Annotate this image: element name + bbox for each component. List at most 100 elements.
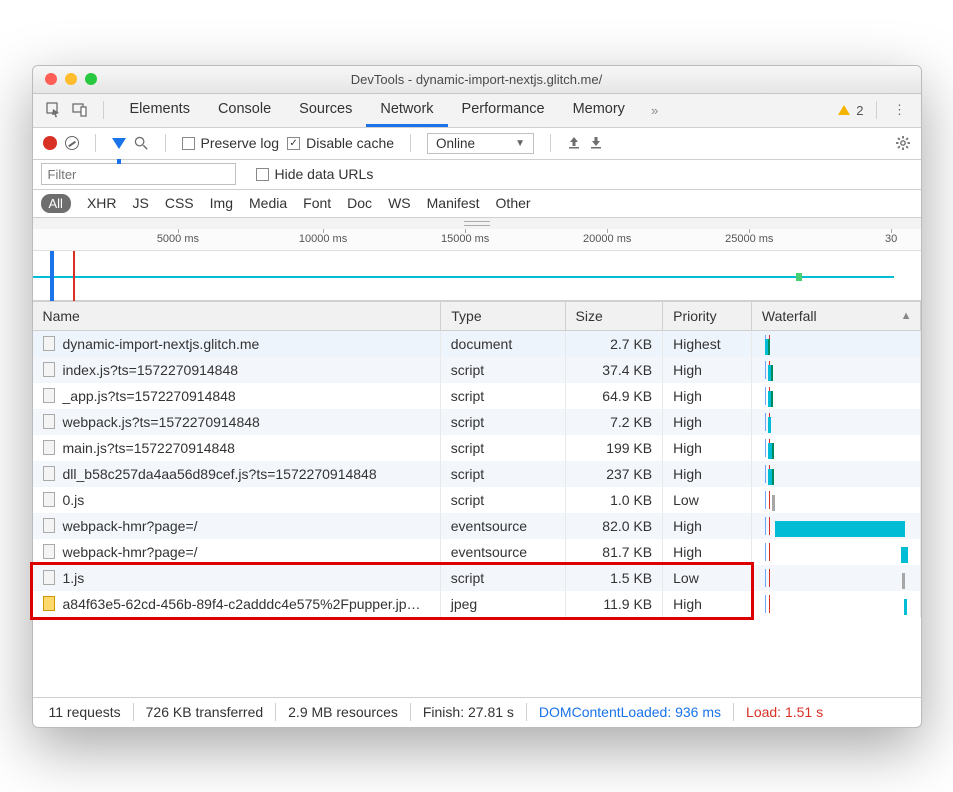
request-name: 0.js <box>63 492 85 508</box>
request-type: script <box>441 487 565 513</box>
type-filter-all[interactable]: All <box>41 194 71 213</box>
tab-elements[interactable]: Elements <box>116 94 204 127</box>
devtools-window: DevTools - dynamic-import-nextjs.glitch.… <box>32 65 922 728</box>
tab-performance[interactable]: Performance <box>448 94 559 127</box>
request-type: script <box>441 357 565 383</box>
overview-timeline[interactable]: 5000 ms 10000 ms 15000 ms 20000 ms 25000… <box>33 229 921 301</box>
request-priority: High <box>663 435 752 461</box>
col-header-type[interactable]: Type <box>441 301 565 330</box>
type-filter-manifest[interactable]: Manifest <box>427 195 480 211</box>
inspect-icon[interactable] <box>43 99 65 121</box>
tab-memory[interactable]: Memory <box>559 94 639 127</box>
waterfall-cell <box>751 383 920 409</box>
download-har-icon[interactable] <box>589 136 603 150</box>
col-header-waterfall[interactable]: Waterfall▲ <box>751 301 920 330</box>
col-header-name[interactable]: Name <box>33 301 441 330</box>
request-priority: High <box>663 357 752 383</box>
request-priority: Low <box>663 487 752 513</box>
filter-toggle-icon[interactable] <box>112 138 126 149</box>
document-file-icon <box>43 544 55 559</box>
minimize-window-icon[interactable] <box>65 73 77 85</box>
waterfall-cell <box>751 539 920 565</box>
type-filter-row: All XHR JS CSS Img Media Font Doc WS Man… <box>33 190 921 218</box>
empty-area <box>33 617 921 697</box>
tab-network[interactable]: Network <box>366 94 447 127</box>
request-name: dynamic-import-nextjs.glitch.me <box>63 336 260 352</box>
disable-cache-checkbox[interactable]: ✓Disable cache <box>287 135 394 151</box>
more-tabs-icon[interactable]: » <box>651 103 658 118</box>
request-size: 81.7 KB <box>565 539 663 565</box>
hide-data-urls-checkbox[interactable]: Hide data URLs <box>256 166 374 182</box>
request-size: 2.7 KB <box>565 330 663 357</box>
search-icon[interactable] <box>134 136 149 151</box>
col-header-size[interactable]: Size <box>565 301 663 330</box>
throttling-select[interactable]: Online▼ <box>427 133 534 154</box>
timeline-tick: 15000 ms <box>441 233 489 245</box>
close-window-icon[interactable] <box>45 73 57 85</box>
request-name: webpack-hmr?page=/ <box>63 544 198 560</box>
tab-console[interactable]: Console <box>204 94 285 127</box>
col-header-priority[interactable]: Priority <box>663 301 752 330</box>
status-finish: Finish: 27.81 s <box>411 703 527 721</box>
image-file-icon <box>43 596 55 611</box>
table-row[interactable]: index.js?ts=1572270914848script37.4 KBHi… <box>33 357 921 383</box>
request-type: eventsource <box>441 539 565 565</box>
type-filter-media[interactable]: Media <box>249 195 287 211</box>
table-row[interactable]: dll_b58c257da4aa56d89cef.js?ts=157227091… <box>33 461 921 487</box>
request-type: jpeg <box>441 591 565 617</box>
type-filter-xhr[interactable]: XHR <box>87 195 117 211</box>
window-title: DevTools - dynamic-import-nextjs.glitch.… <box>33 72 921 87</box>
table-row[interactable]: _app.js?ts=1572270914848script64.9 KBHig… <box>33 383 921 409</box>
table-row[interactable]: webpack.js?ts=1572270914848script7.2 KBH… <box>33 409 921 435</box>
filter-input[interactable] <box>41 163 236 185</box>
kebab-menu-icon[interactable]: ⋮ <box>889 99 911 121</box>
request-name: _app.js?ts=1572270914848 <box>63 388 236 404</box>
document-file-icon <box>43 414 55 429</box>
disable-cache-label: Disable cache <box>306 135 394 151</box>
type-filter-js[interactable]: JS <box>133 195 149 211</box>
status-dcl: DOMContentLoaded: 936 ms <box>527 703 734 721</box>
type-filter-ws[interactable]: WS <box>388 195 411 211</box>
upload-har-icon[interactable] <box>567 136 581 150</box>
request-size: 37.4 KB <box>565 357 663 383</box>
filter-row: Hide data URLs <box>33 160 921 190</box>
gear-icon[interactable] <box>895 135 911 151</box>
device-toolbar-icon[interactable] <box>69 99 91 121</box>
warnings-count[interactable]: 2 <box>838 103 863 118</box>
table-row[interactable]: webpack-hmr?page=/eventsource82.0 KBHigh <box>33 513 921 539</box>
type-filter-css[interactable]: CSS <box>165 195 194 211</box>
record-button[interactable] <box>43 136 57 150</box>
table-row[interactable]: 0.js script1.0 KBLow <box>33 487 921 513</box>
request-type: document <box>441 330 565 357</box>
request-priority: High <box>663 513 752 539</box>
network-toolbar: Preserve log ✓Disable cache Online▼ <box>33 128 921 160</box>
document-file-icon <box>43 336 55 351</box>
preserve-log-checkbox[interactable]: Preserve log <box>182 135 280 151</box>
request-size: 1.0 KB <box>565 487 663 513</box>
request-size: 237 KB <box>565 461 663 487</box>
type-filter-doc[interactable]: Doc <box>347 195 372 211</box>
table-row[interactable]: 1.jsscript1.5 KBLow <box>33 565 921 591</box>
zoom-window-icon[interactable] <box>85 73 97 85</box>
request-type: script <box>441 461 565 487</box>
waterfall-cell <box>751 435 920 461</box>
waterfall-cell <box>751 357 920 383</box>
request-name: main.js?ts=1572270914848 <box>63 440 235 456</box>
type-filter-font[interactable]: Font <box>303 195 331 211</box>
status-transferred: 726 KB transferred <box>134 703 277 721</box>
table-row[interactable]: webpack-hmr?page=/eventsource81.7 KBHigh <box>33 539 921 565</box>
type-filter-other[interactable]: Other <box>496 195 531 211</box>
pane-resizer[interactable] <box>33 218 921 229</box>
request-size: 64.9 KB <box>565 383 663 409</box>
type-filter-img[interactable]: Img <box>210 195 233 211</box>
timeline-tick: 5000 ms <box>157 233 199 245</box>
table-row[interactable]: main.js?ts=1572270914848script199 KBHigh <box>33 435 921 461</box>
table-row[interactable]: dynamic-import-nextjs.glitch.me document2… <box>33 330 921 357</box>
waterfall-cell <box>751 409 920 435</box>
clear-button[interactable] <box>65 136 79 150</box>
main-tabstrip: Elements Console Sources Network Perform… <box>33 94 921 128</box>
document-file-icon <box>43 440 55 455</box>
tab-sources[interactable]: Sources <box>285 94 366 127</box>
table-row[interactable]: a84f63e5-62cd-456b-89f4-c2adddc4e575%2Fp… <box>33 591 921 617</box>
request-name: webpack-hmr?page=/ <box>63 518 198 534</box>
